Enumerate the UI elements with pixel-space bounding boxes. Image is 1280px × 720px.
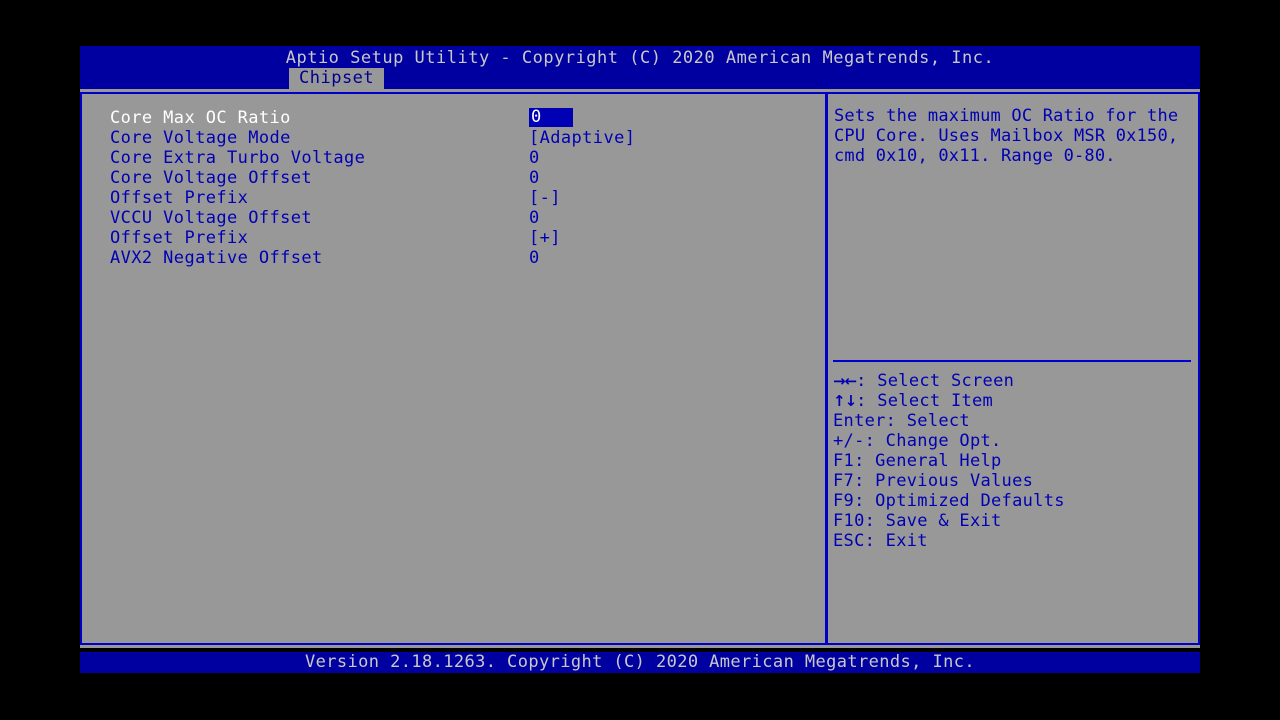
key-legend-row: ↑↓: Select Item bbox=[833, 391, 1193, 411]
setting-row[interactable]: Core Voltage Mode [Adaptive] bbox=[110, 128, 810, 148]
key-legend-row: F7: Previous Values bbox=[833, 471, 1193, 491]
setting-value[interactable]: [Adaptive] bbox=[529, 128, 635, 148]
setting-row[interactable]: Offset Prefix [+] bbox=[110, 228, 810, 248]
key-legend-row: →←: Select Screen bbox=[833, 371, 1193, 391]
setting-label: Core Voltage Offset bbox=[110, 168, 313, 188]
title-bar: Aptio Setup Utility - Copyright (C) 2020… bbox=[80, 46, 1200, 89]
setting-label: Core Max OC Ratio bbox=[110, 108, 291, 128]
key-legend-label: F9: Optimized Defaults bbox=[833, 491, 1065, 511]
settings-panel: Core Max OC Ratio 0 Core Voltage Mode [Adap… bbox=[80, 92, 827, 645]
key-legend-row: Enter: Select bbox=[833, 411, 1193, 431]
key-legend-row: +/-: Change Opt. bbox=[833, 431, 1193, 451]
bios-setup-screen: Aptio Setup Utility - Copyright (C) 2020… bbox=[0, 0, 1280, 720]
setting-value[interactable]: 0 bbox=[529, 248, 540, 268]
setting-value[interactable]: 0 bbox=[529, 148, 540, 168]
key-legend-label: F1: General Help bbox=[833, 451, 1002, 471]
help-divider bbox=[833, 360, 1191, 362]
key-legend-label: +/-: Change Opt. bbox=[833, 431, 1002, 451]
setting-label: AVX2 Negative Offset bbox=[110, 248, 323, 268]
key-legend-label: F10: Save & Exit bbox=[833, 511, 1002, 531]
setting-row[interactable]: Offset Prefix [-] bbox=[110, 188, 810, 208]
setting-label: Core Extra Turbo Voltage bbox=[110, 148, 366, 168]
key-legend-label: : Select Item bbox=[856, 391, 994, 411]
setting-label: Offset Prefix bbox=[110, 228, 249, 248]
key-legend-label: : Select Screen bbox=[856, 371, 1015, 391]
key-legend-label: Enter: Select bbox=[833, 411, 970, 431]
key-legend-row: F9: Optimized Defaults bbox=[833, 491, 1193, 511]
setting-row[interactable]: Core Voltage Offset 0 bbox=[110, 168, 810, 188]
key-legend-row: F10: Save & Exit bbox=[833, 511, 1193, 531]
page-title: Aptio Setup Utility - Copyright (C) 2020… bbox=[285, 48, 995, 68]
key-legend-row: ESC: Exit bbox=[833, 531, 1193, 551]
key-legend-row: F1: General Help bbox=[833, 451, 1193, 471]
setting-value[interactable]: 0 bbox=[529, 168, 540, 188]
footer-version: Version 2.18.1263. Copyright (C) 2020 Am… bbox=[80, 652, 1200, 673]
tab-chipset[interactable]: Chipset bbox=[289, 68, 385, 89]
setting-row[interactable]: Core Max OC Ratio 0 bbox=[110, 108, 810, 128]
arrow-keys-icon: ↑↓ bbox=[833, 392, 857, 410]
setting-row[interactable]: Core Extra Turbo Voltage 0 bbox=[110, 148, 810, 168]
setting-row[interactable]: VCCU Voltage Offset 0 bbox=[110, 208, 810, 228]
setting-label: Core Voltage Mode bbox=[110, 128, 291, 148]
setting-value[interactable]: 0 bbox=[529, 108, 573, 127]
setting-label: Offset Prefix bbox=[110, 188, 249, 208]
setting-value[interactable]: 0 bbox=[529, 208, 540, 228]
arrow-keys-icon: →← bbox=[833, 372, 857, 390]
setting-value[interactable]: [+] bbox=[529, 228, 561, 248]
body-area: Core Max OC Ratio 0 Core Voltage Mode [Adap… bbox=[80, 89, 1200, 648]
tab-strip: Chipset bbox=[80, 68, 1200, 89]
settings-list: Core Max OC Ratio 0 Core Voltage Mode [Adap… bbox=[110, 108, 810, 269]
key-legend: →←: Select Screen ↑↓: Select Item Enter: S… bbox=[833, 371, 1193, 551]
setting-row[interactable]: AVX2 Negative Offset 0 bbox=[110, 248, 810, 268]
setting-value[interactable]: [-] bbox=[529, 188, 561, 208]
key-legend-label: ESC: Exit bbox=[833, 531, 928, 551]
setting-label: VCCU Voltage Offset bbox=[110, 208, 313, 228]
help-description: Sets the maximum OC Ratio for the CPU Co… bbox=[834, 106, 1179, 166]
help-panel: Sets the maximum OC Ratio for the CPU Co… bbox=[826, 92, 1200, 645]
key-legend-label: F7: Previous Values bbox=[833, 471, 1034, 491]
